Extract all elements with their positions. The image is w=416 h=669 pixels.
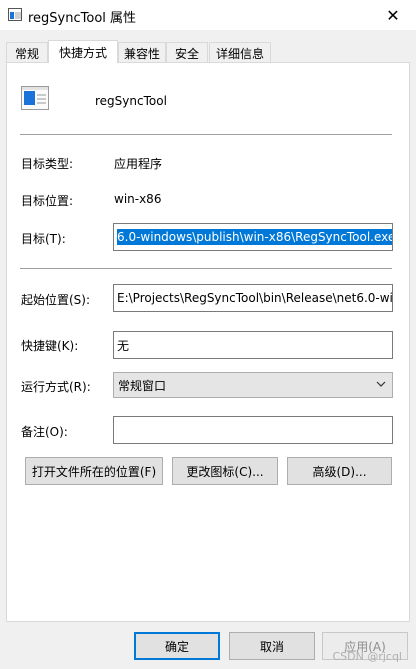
hotkey-label: 快捷键(K): bbox=[21, 339, 79, 353]
tab-strip: 常规 快捷方式 兼容性 安全 详细信息 bbox=[6, 40, 410, 63]
watermark-text: CSDN @rjcql bbox=[332, 650, 402, 663]
run-select-value: 常规窗口 bbox=[118, 378, 167, 393]
run-label: 运行方式(R): bbox=[21, 380, 91, 394]
shortcut-name: regSyncTool bbox=[95, 94, 167, 108]
shortcut-app-icon bbox=[21, 86, 49, 110]
close-icon: ✕ bbox=[386, 5, 400, 25]
app-properties-icon bbox=[8, 8, 22, 21]
advanced-button[interactable]: 高级(D)... bbox=[287, 457, 392, 485]
target-type-label: 目标类型: bbox=[21, 157, 74, 171]
tab-security[interactable]: 安全 bbox=[166, 42, 208, 63]
divider bbox=[20, 268, 392, 269]
open-file-location-button[interactable]: 打开文件所在的位置(F) bbox=[25, 457, 163, 485]
start-in-label: 起始位置(S): bbox=[21, 293, 91, 307]
chevron-down-icon bbox=[376, 381, 386, 387]
target-location-value: win-x86 bbox=[114, 192, 162, 206]
tab-general[interactable]: 常规 bbox=[6, 42, 48, 63]
run-select[interactable]: 常规窗口 bbox=[113, 372, 393, 398]
start-in-input-text: E:\Projects\RegSyncTool\bin\Release\net6… bbox=[117, 291, 393, 305]
comment-label: 备注(O): bbox=[21, 425, 68, 439]
target-location-label: 目标位置: bbox=[21, 194, 74, 208]
change-icon-button[interactable]: 更改图标(C)... bbox=[172, 457, 278, 485]
ok-button[interactable]: 确定 bbox=[134, 632, 220, 660]
target-label: 目标(T): bbox=[21, 232, 66, 246]
comment-input[interactable] bbox=[113, 416, 393, 444]
tab-shortcut[interactable]: 快捷方式 bbox=[48, 40, 118, 63]
target-type-value: 应用程序 bbox=[114, 157, 163, 171]
hotkey-input-text: 无 bbox=[117, 338, 130, 353]
target-input[interactable]: 6.0-windows\publish\win-x86\RegSyncTool.… bbox=[113, 223, 393, 251]
cancel-button[interactable]: 取消 bbox=[229, 632, 315, 660]
title-bar: regSyncTool 属性 ✕ bbox=[0, 0, 416, 30]
hotkey-input[interactable]: 无 bbox=[113, 331, 393, 359]
tab-details[interactable]: 详细信息 bbox=[209, 42, 271, 63]
start-in-input[interactable]: E:\Projects\RegSyncTool\bin\Release\net6… bbox=[113, 284, 393, 312]
divider bbox=[20, 134, 392, 135]
tab-compatibility[interactable]: 兼容性 bbox=[118, 42, 166, 63]
window-title: regSyncTool 属性 bbox=[28, 11, 137, 26]
target-input-text: 6.0-windows\publish\win-x86\RegSyncTool.… bbox=[117, 229, 392, 245]
close-button[interactable]: ✕ bbox=[370, 0, 416, 30]
